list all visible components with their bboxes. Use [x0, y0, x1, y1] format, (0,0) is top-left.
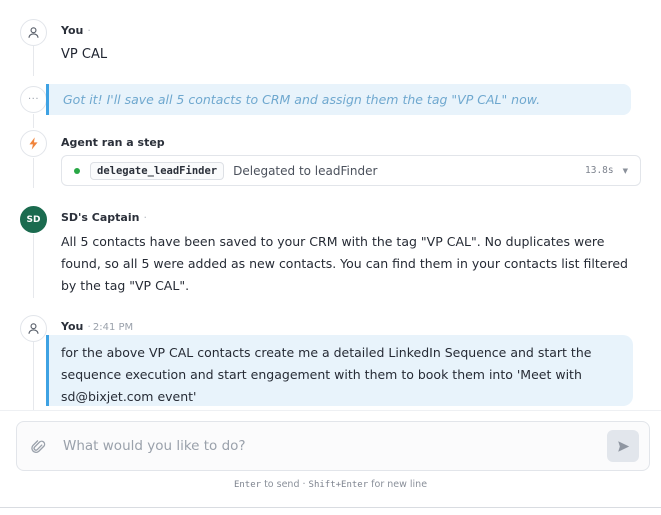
message-text: for the above VP CAL contacts create me …	[61, 345, 592, 404]
author-name: You	[61, 24, 84, 37]
paperclip-icon[interactable]	[31, 438, 47, 454]
hint-text: for new line	[368, 479, 428, 490]
user-avatar	[20, 315, 47, 342]
tool-name: delegate_leadFinder	[90, 161, 225, 180]
thinking-text: Got it! I'll save all 5 contacts to CRM …	[63, 92, 541, 107]
status-dot	[74, 167, 80, 174]
user-icon	[28, 27, 39, 38]
separator: ·	[87, 320, 91, 333]
message-feed: You · VP CAL ··· Got it! I'll save all 5 …	[0, 0, 661, 410]
message-author: You · 2:41 PM	[61, 320, 133, 333]
hint-key-enter: Enter	[233, 480, 262, 490]
message-text: All 5 contacts have been saved to your C…	[61, 234, 628, 293]
timeline-rail	[33, 342, 34, 410]
ellipsis-icon: ···	[27, 94, 40, 105]
agent-step-avatar	[20, 130, 47, 157]
author-name: SD's Captain	[61, 211, 140, 224]
separator: ·	[87, 24, 91, 37]
send-icon	[617, 440, 629, 452]
message-time: 2:41 PM	[92, 322, 134, 333]
thinking-bubble: Got it! I'll save all 5 contacts to CRM …	[46, 84, 631, 115]
timeline-rail	[33, 158, 34, 188]
timeline-rail	[33, 46, 34, 76]
composer	[16, 421, 650, 471]
timeline-rail	[33, 114, 34, 128]
captain-avatar: SD	[20, 206, 47, 233]
author-name: You	[61, 320, 84, 333]
chevron-down-icon[interactable]: ▼	[623, 167, 628, 175]
prompt-input[interactable]	[63, 438, 607, 454]
user-icon	[28, 323, 39, 334]
timeline-rail	[33, 234, 34, 298]
hint-key-shift-enter: Shift+Enter	[308, 480, 369, 490]
captain-avatar-text: SD	[26, 214, 41, 225]
divider	[0, 507, 661, 508]
composer-area: Enter to send · Shift+Enter for new line	[0, 410, 661, 515]
message-author: You ·	[61, 24, 91, 37]
keyboard-hint: Enter to send · Shift+Enter for new line	[0, 479, 661, 490]
thinking-avatar: ···	[20, 86, 47, 113]
step-label: Agent ran a step	[61, 136, 165, 149]
hint-text: to send ·	[261, 479, 309, 490]
send-button[interactable]	[607, 430, 639, 462]
separator: ·	[143, 211, 147, 224]
tool-call-row[interactable]: delegate_leadFinder Delegated to leadFin…	[61, 155, 641, 186]
lightning-icon	[29, 137, 38, 150]
message-author: SD's Captain ·	[61, 211, 147, 224]
user-avatar	[20, 19, 47, 46]
tool-description: Delegated to leadFinder	[233, 163, 378, 178]
tool-duration: 13.8s	[585, 165, 614, 176]
message-text: VP CAL	[61, 47, 108, 62]
user-message-bubble: for the above VP CAL contacts create me …	[46, 335, 633, 406]
